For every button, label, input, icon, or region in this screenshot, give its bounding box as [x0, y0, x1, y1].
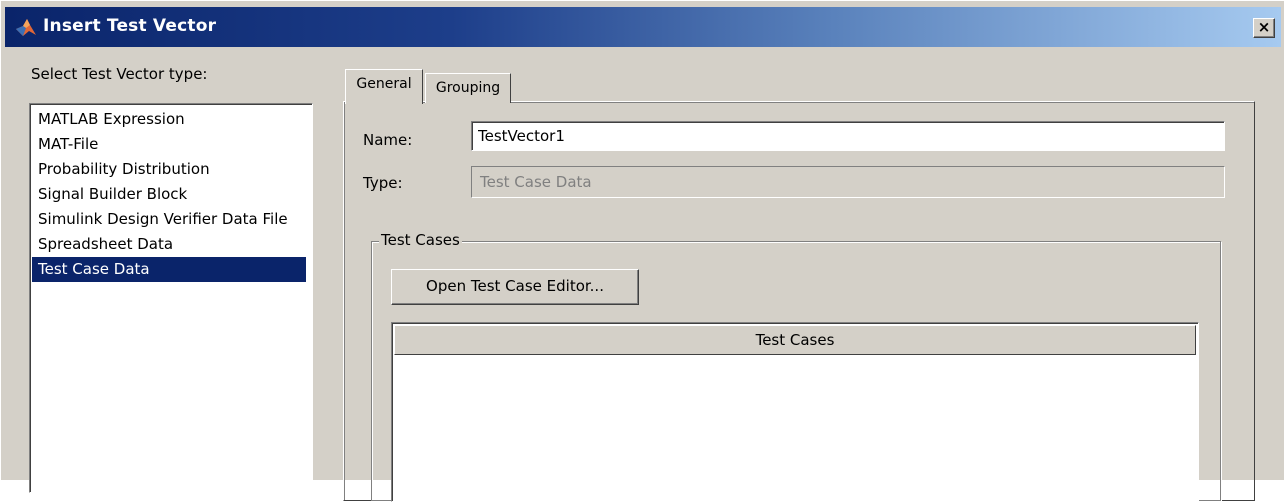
test-vector-type-list[interactable]: MATLAB Expression MAT-File Probability D… [29, 103, 313, 493]
name-field[interactable] [471, 121, 1225, 151]
type-list-label: Select Test Vector type: [31, 65, 208, 83]
open-test-case-editor-button[interactable]: Open Test Case Editor... [391, 269, 639, 305]
matlab-logo-icon [16, 19, 36, 36]
list-item-mat-file[interactable]: MAT-File [32, 132, 306, 157]
window-title: Insert Test Vector [43, 16, 217, 36]
insert-test-vector-dialog: Insert Test Vector × Select Test Vector … [0, 0, 1284, 502]
type-label: Type: [363, 174, 403, 192]
name-label: Name: [363, 131, 413, 149]
title-bar[interactable]: Insert Test Vector × [5, 7, 1281, 47]
test-cases-table[interactable]: Test Cases [391, 322, 1199, 502]
close-button[interactable]: × [1253, 18, 1275, 38]
test-cases-column-header[interactable]: Test Cases [394, 325, 1196, 355]
list-item-probability-distribution[interactable]: Probability Distribution [32, 157, 306, 182]
list-item-test-case-data[interactable]: Test Case Data [32, 257, 306, 282]
tab-general[interactable]: General [345, 69, 423, 104]
test-cases-group-title: Test Cases [379, 231, 462, 249]
list-item-signal-builder-block[interactable]: Signal Builder Block [32, 182, 306, 207]
list-item-spreadsheet-data[interactable]: Spreadsheet Data [32, 232, 306, 257]
type-field: Test Case Data [471, 166, 1225, 198]
list-item-matlab-expression[interactable]: MATLAB Expression [32, 107, 306, 132]
tab-grouping[interactable]: Grouping [425, 73, 511, 103]
list-item-sldv-data-file[interactable]: Simulink Design Verifier Data File [32, 207, 306, 232]
